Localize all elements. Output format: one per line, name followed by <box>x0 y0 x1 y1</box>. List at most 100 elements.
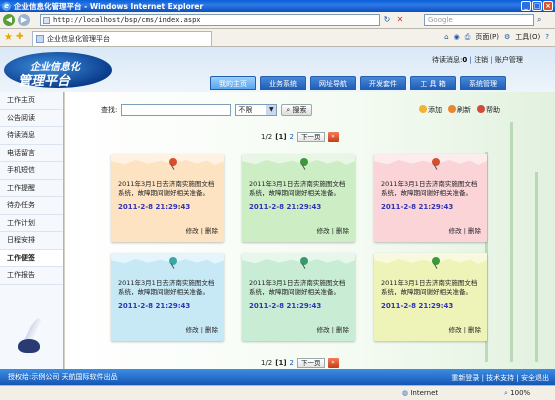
note-delete-link[interactable]: 删除 <box>205 326 218 334</box>
note-text: 2011年3月1日去济南实施图文档系统，故障期间谢好相关准备。 <box>118 180 215 197</box>
sidebar-item-phone-messages[interactable]: 电话留言 <box>0 145 63 162</box>
search-label: 查找: <box>101 106 118 114</box>
note-actions: 修改 | 删除 <box>448 326 481 334</box>
nav-toolbox[interactable]: 工 具 箱 <box>410 76 456 90</box>
pager-current: [1] <box>275 359 287 367</box>
sidebar-item-announcements[interactable]: 公告阅读 <box>0 110 63 127</box>
pager-page-2[interactable]: 2 <box>290 133 294 141</box>
add-icon <box>419 105 427 113</box>
zoom-icon: ⌕ <box>504 389 508 397</box>
tools-menu[interactable]: 工具(O) <box>515 32 540 42</box>
unread-label: 待读消息: <box>432 56 463 64</box>
sidebar-item-schedule[interactable]: 日程安排 <box>0 232 63 250</box>
nav-admin[interactable]: 系统管理 <box>460 76 506 90</box>
sidebar-item-notes[interactable]: 工作便签 <box>0 249 63 267</box>
forward-button[interactable]: ▶ <box>18 14 30 26</box>
pager-top: 1/2 [1] 2 下一页 » <box>261 132 339 142</box>
note-card: 2011年3月1日去济南实施图文档系统，故障期间谢好相关准备。 2011-2-8… <box>111 253 224 341</box>
footer-links[interactable]: 重新登录 | 技术支持 | 安全退出 <box>451 373 549 383</box>
sidebar-item-plans[interactable]: 工作计划 <box>0 215 63 232</box>
page-icon <box>43 17 50 24</box>
refresh-button[interactable]: 刷新 <box>448 105 471 115</box>
next-page-button[interactable]: 下一页 <box>297 358 325 368</box>
pager-current: [1] <box>275 133 287 141</box>
action-bar: 添加 刷新 帮助 <box>419 105 500 115</box>
note-delete-link[interactable]: 删除 <box>468 227 481 235</box>
next-page-button[interactable]: 下一页 <box>297 132 325 142</box>
print-icon[interactable]: ⎙ <box>465 33 471 42</box>
note-text: 2011年3月1日去济南实施图文档系统，故障期间谢好相关准备。 <box>381 180 478 197</box>
stop-icon[interactable]: ✕ <box>395 15 405 25</box>
feeds-icon[interactable]: ◉ <box>454 33 460 41</box>
search-scope-select[interactable]: 不限 ▼ <box>235 104 278 116</box>
pager-page-2[interactable]: 2 <box>290 359 294 367</box>
note-edit-link[interactable]: 修改 <box>186 326 199 334</box>
note-edit-link[interactable]: 修改 <box>317 227 330 235</box>
help-icon[interactable]: ? <box>545 33 549 41</box>
search-icon[interactable]: ⌕ <box>537 15 541 25</box>
last-page-icon[interactable]: » <box>327 358 339 368</box>
note-delete-link[interactable]: 删除 <box>336 227 349 235</box>
close-button[interactable]: × <box>543 1 553 11</box>
note-card: 2011年3月1日去济南实施图文档系统，故障期间谢好相关准备。 2011-2-8… <box>374 253 487 341</box>
search-bar: 查找: 不限 ▼ ⌕ 搜索 <box>101 104 312 116</box>
sidebar-item-reminders[interactable]: 工作提醒 <box>0 180 63 197</box>
add-favorites-icon[interactable]: ✚ <box>16 32 24 42</box>
browser-toolbar: ⌂ ◉ ⎙ 页面(P) ⚙ 工具(O) ? <box>444 32 549 42</box>
note-delete-link[interactable]: 删除 <box>336 326 349 334</box>
minimize-button[interactable]: _ <box>521 1 531 11</box>
last-page-icon[interactable]: » <box>327 132 339 142</box>
note-delete-link[interactable]: 删除 <box>468 326 481 334</box>
tools-gear-icon[interactable]: ⚙ <box>504 33 510 41</box>
app-header: 企业信息化 管理平台 待读消息:0 | 注销 | 账户管理 我的主页 业务系统 … <box>0 47 555 92</box>
search-box[interactable]: Google <box>424 14 534 26</box>
browser-statusbar: ◍ Internet ⌕ 100% <box>0 385 555 400</box>
note-actions: 修改 | 删除 <box>448 227 481 235</box>
favorites-star-icon[interactable]: ★ <box>4 32 13 43</box>
page-menu[interactable]: 页面(P) <box>475 32 499 42</box>
note-edit-link[interactable]: 修改 <box>449 326 462 334</box>
home-icon[interactable]: ⌂ <box>444 33 448 41</box>
pager-range: 1/2 <box>261 133 273 141</box>
nav-links[interactable]: 网址导航 <box>310 76 356 90</box>
note-edit-link[interactable]: 修改 <box>186 227 199 235</box>
account-link[interactable]: 账户管理 <box>495 56 523 64</box>
search-placeholder: Google <box>428 16 453 24</box>
sidebar-item-home[interactable]: 工作主页 <box>0 92 63 110</box>
refresh-icon[interactable]: ↻ <box>382 15 392 25</box>
sidebar-item-tasks[interactable]: 待办任务 <box>0 197 63 215</box>
zoom-level[interactable]: ⌕ 100% <box>504 389 530 398</box>
sidebar-item-reports[interactable]: 工作报告 <box>0 267 63 285</box>
note-delete-link[interactable]: 删除 <box>205 227 218 235</box>
nav-home[interactable]: 我的主页 <box>210 76 256 90</box>
address-bar[interactable]: http://localhost/bsp/cms/index.aspx <box>40 14 380 26</box>
security-zone: ◍ Internet <box>402 389 438 397</box>
help-button[interactable]: 帮助 <box>477 105 500 115</box>
welcome-bar: 待读消息:0 | 注销 | 账户管理 <box>432 56 523 64</box>
bamboo-decoration <box>510 122 513 362</box>
add-button[interactable]: 添加 <box>419 105 442 115</box>
sidebar-item-messages[interactable]: 待读消息 <box>0 127 63 145</box>
sidebar-item-sms[interactable]: 手机短信 <box>0 162 63 180</box>
note-date: 2011-2-8 21:29:43 <box>381 203 454 211</box>
note-text: 2011年3月1日去济南实施图文档系统，故障期间谢好相关准备。 <box>118 279 215 296</box>
search-input[interactable] <box>121 104 232 116</box>
note-date: 2011-2-8 21:29:43 <box>381 302 454 310</box>
browser-tab-title: 企业信息化管理平台 <box>47 35 110 43</box>
note-date: 2011-2-8 21:29:43 <box>249 203 322 211</box>
note-date: 2011-2-8 21:29:43 <box>249 302 322 310</box>
note-card: 2011年3月1日去济南实施图文档系统，故障期间谢好相关准备。 2011-2-8… <box>111 154 224 242</box>
maximize-button[interactable]: □ <box>532 1 542 11</box>
bamboo-decoration <box>535 172 538 362</box>
nav-business[interactable]: 业务系统 <box>260 76 306 90</box>
back-button[interactable]: ◀ <box>3 14 15 26</box>
note-edit-link[interactable]: 修改 <box>317 326 330 334</box>
search-button[interactable]: ⌕ 搜索 <box>281 104 312 116</box>
note-edit-link[interactable]: 修改 <box>449 227 462 235</box>
note-actions: 修改 | 删除 <box>185 227 218 235</box>
ie-icon: e <box>2 2 11 11</box>
window-title: 企业信息化管理平台 - Windows Internet Explorer <box>14 1 204 11</box>
browser-tab[interactable]: 企业信息化管理平台 <box>32 31 212 46</box>
nav-devkit[interactable]: 开发套件 <box>360 76 406 90</box>
logout-link[interactable]: 注销 <box>474 56 488 64</box>
